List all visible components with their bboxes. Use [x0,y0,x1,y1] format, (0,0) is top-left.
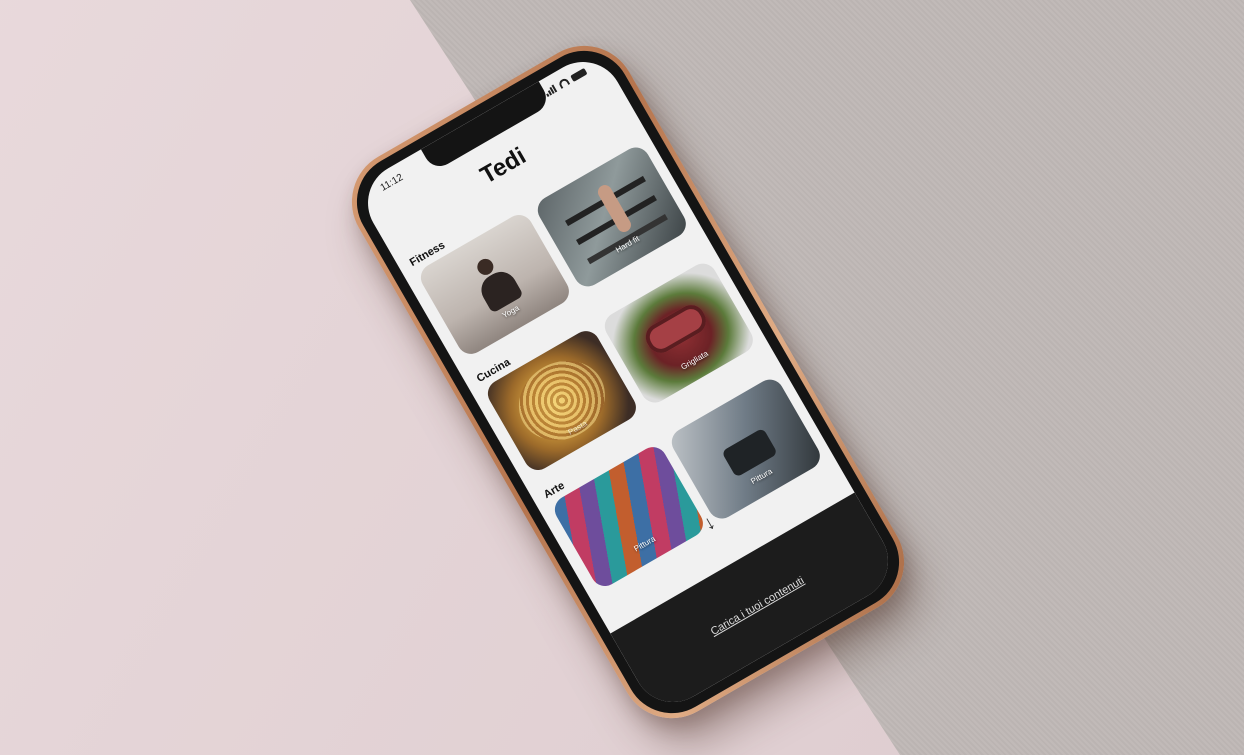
wifi-icon [557,77,571,89]
card-label: Grigliata [679,348,710,372]
card-label: Yoga [500,303,521,321]
status-icons [544,67,588,97]
scene: 11:12 Tedi Fitness Yoga Hard fit Cucina … [0,0,1244,755]
card-label: Hard fit [614,233,641,255]
battery-icon [569,67,588,82]
card-label: Pasta [566,418,589,437]
status-time: 11:12 [378,172,406,194]
